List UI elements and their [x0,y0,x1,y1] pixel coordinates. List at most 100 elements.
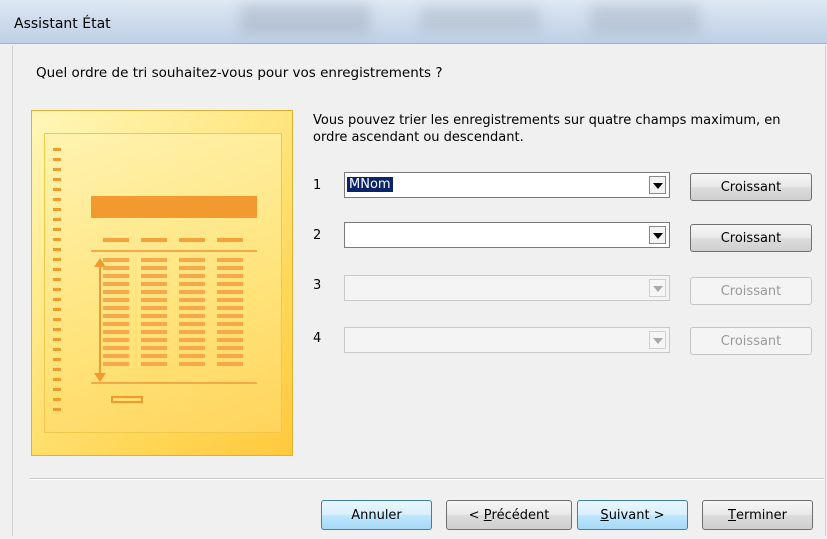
table-cell-graphic [141,314,167,318]
divider-graphic [91,250,257,252]
sort-row-number: 1 [313,178,322,193]
table-cell-graphic [179,346,205,350]
report-page-graphic [44,133,282,433]
report-header-graphic [91,196,257,218]
window-title: Assistant État [14,16,111,32]
table-cell-graphic [217,282,243,286]
table-cell-graphic [141,266,167,270]
binding-mark [53,388,61,391]
table-cell-graphic [217,338,243,342]
binding-mark [53,338,61,341]
previous-button-prefix: < [468,507,484,523]
binding-mark [53,218,61,221]
table-cell-graphic [217,346,243,350]
binding-mark [53,188,61,191]
table-cell-graphic [217,298,243,302]
table-cell-graphic [179,362,205,366]
finish-button-label: erminer [735,507,787,523]
table-cell-graphic [141,298,167,302]
sort-order-2-button[interactable]: Croissant [690,224,812,252]
table-cell-graphic [179,314,205,318]
table-cell-graphic [179,266,205,270]
binding-mark [53,328,61,331]
table-cell-graphic [217,266,243,270]
table-cell-graphic [141,338,167,342]
table-cell-graphic [179,330,205,334]
table-cell-graphic [217,362,243,366]
next-button[interactable]: Suivant > [577,500,688,530]
sort-arrow-shaft [99,264,101,376]
sort-field-1-combobox[interactable]: MNom [344,172,670,198]
binding-mark [53,208,61,211]
table-cell-graphic [103,290,129,294]
binding-mark [53,348,61,351]
binding-mark [53,318,61,321]
table-cell-graphic [179,298,205,302]
table-cell-graphic [141,330,167,334]
table-cell-graphic [103,362,129,366]
table-cell-graphic [179,290,205,294]
column-header-graphic [179,238,205,242]
background-window-blur [420,6,540,32]
dropdown-arrow-icon[interactable] [649,226,666,244]
table-cell-graphic [141,290,167,294]
table-cell-graphic [217,306,243,310]
table-cell-graphic [179,338,205,342]
table-cell-graphic [217,330,243,334]
table-cell-graphic [141,258,167,262]
table-cell-graphic [179,258,205,262]
column-header-graphic [103,238,129,242]
table-cell-graphic [103,354,129,358]
binding-mark [53,308,61,311]
table-cell-graphic [179,354,205,358]
background-window-blur [240,4,370,34]
background-window-blur [590,4,700,34]
divider-graphic [91,382,257,384]
question-label: Quel ordre de tri souhaitez-vous pour vo… [36,65,443,81]
binding-mark [53,378,61,381]
table-cell-graphic [141,282,167,286]
binding-mark [53,358,61,361]
table-cell-graphic [217,322,243,326]
sort-field-2-combobox[interactable] [344,222,670,248]
sort-field-1-value: MNom [347,177,393,192]
table-cell-graphic [217,258,243,262]
sort-arrow-down-icon [94,373,106,382]
binding-mark [53,408,61,411]
table-cell-graphic [103,314,129,318]
table-cell-graphic [217,354,243,358]
table-cell-graphic [141,346,167,350]
sort-order-1-button[interactable]: Croissant [690,173,812,201]
sort-order-3-button: Croissant [690,277,812,305]
table-cell-graphic [103,258,129,262]
binding-mark [53,148,61,151]
binding-mark [53,168,61,171]
table-cell-graphic [141,306,167,310]
footer-separator [30,478,824,480]
table-cell-graphic [217,314,243,318]
table-cell-graphic [217,290,243,294]
previous-button[interactable]: < Précédent [446,500,572,530]
sort-row-number: 4 [313,331,322,346]
next-button-label: uivant > [608,507,665,523]
column-header-graphic [141,238,167,242]
cancel-button[interactable]: Annuler [321,500,432,530]
binding-mark [53,298,61,301]
table-cell-graphic [141,354,167,358]
binding-mark [53,258,61,261]
binding-mark [53,368,61,371]
dropdown-arrow-icon[interactable] [649,176,666,194]
binding-mark [53,288,61,291]
table-cell-graphic [103,330,129,334]
table-cell-graphic [179,282,205,286]
table-cell-graphic [103,274,129,278]
next-button-mnemonic: S [600,507,609,523]
sort-row-number: 3 [313,278,322,293]
finish-button[interactable]: Terminer [702,500,813,530]
column-header-graphic [217,238,243,242]
sort-field-4-combobox [344,327,670,353]
finish-button-mnemonic: T [728,507,736,523]
binding-mark [53,268,61,271]
table-cell-graphic [103,306,129,310]
table-cell-graphic [103,322,129,326]
